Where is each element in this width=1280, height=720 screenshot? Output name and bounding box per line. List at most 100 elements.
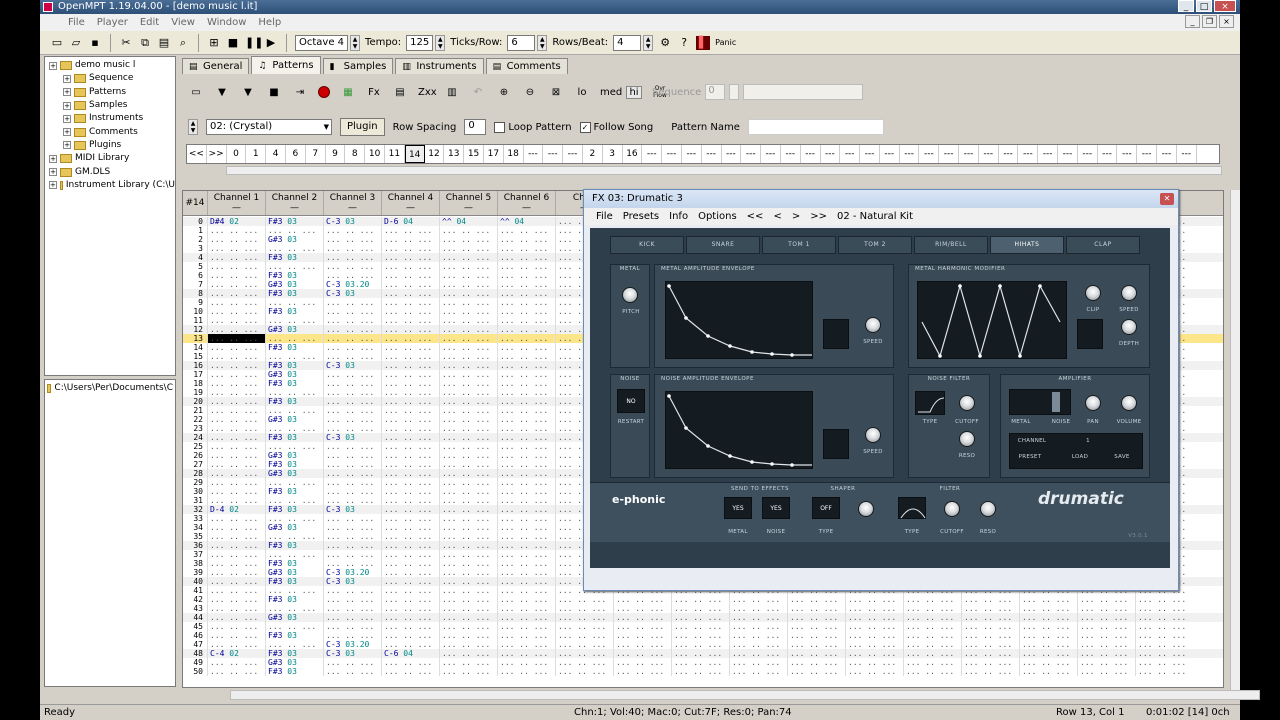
- plugin-menu-item[interactable]: <: [773, 208, 781, 225]
- pattern-cell[interactable]: ... .. ...: [207, 352, 265, 361]
- pattern-cell[interactable]: ... .. ...: [497, 523, 555, 532]
- channel-header[interactable]: Channel 5—: [439, 191, 497, 215]
- pattern-cell[interactable]: ... .. ...: [439, 253, 497, 262]
- pattern-cell[interactable]: ... .. ...: [497, 478, 555, 487]
- pattern-cell[interactable]: ... .. ...: [845, 613, 903, 622]
- pattern-cell[interactable]: ... .. ...: [207, 658, 265, 667]
- pattern-cell[interactable]: ... .. ...: [961, 613, 1019, 622]
- pattern-cell[interactable]: ... .. ...: [787, 604, 845, 613]
- panic-button[interactable]: Panic: [715, 38, 736, 47]
- pattern-cell[interactable]: ... .. ...: [207, 667, 265, 676]
- pattern-cell[interactable]: ... .. ...: [845, 622, 903, 631]
- mdi-minimize-button[interactable]: _: [1185, 15, 1200, 28]
- pattern-cell[interactable]: ... .. ...: [323, 253, 381, 262]
- pattern-cell[interactable]: ... .. ...: [207, 442, 265, 451]
- rows-per-beat-control[interactable]: 4 ▲ ▼: [613, 34, 654, 51]
- fx-filter-reso-knob[interactable]: [980, 501, 996, 517]
- send-metal-lcd[interactable]: YES: [724, 497, 752, 519]
- pattern-cell[interactable]: ... .. ...: [207, 280, 265, 289]
- pattern-cell[interactable]: ... .. ...: [1135, 649, 1193, 658]
- order-item[interactable]: ---: [801, 145, 821, 163]
- drum-tab-clap[interactable]: Clap: [1066, 236, 1140, 254]
- pattern-cell[interactable]: ... .. ...: [729, 622, 787, 631]
- pattern-cell[interactable]: ... .. ...: [613, 640, 671, 649]
- pattern-cell[interactable]: ... .. ...: [207, 370, 265, 379]
- pattern-cell[interactable]: ... .. ...: [439, 415, 497, 424]
- pattern-cell[interactable]: ... .. ...: [381, 595, 439, 604]
- pattern-cell[interactable]: ... .. ...: [497, 226, 555, 235]
- menu-window[interactable]: Window: [207, 14, 246, 31]
- pattern-cell[interactable]: ... .. ...: [497, 451, 555, 460]
- order-item[interactable]: ---: [1137, 145, 1158, 163]
- pattern-cell[interactable]: ... .. ...: [207, 253, 265, 262]
- pattern-cell[interactable]: ... .. ...: [497, 415, 555, 424]
- pattern-cell[interactable]: F#3 03: [265, 271, 323, 280]
- pattern-cell[interactable]: ... .. ...: [381, 568, 439, 577]
- metal-env-mode[interactable]: [823, 319, 849, 349]
- pattern-cell[interactable]: ... .. ...: [497, 280, 555, 289]
- plugin-menu-item[interactable]: >>: [810, 208, 827, 225]
- tempo-spin-arrows[interactable]: ▲ ▼: [435, 34, 446, 51]
- order-item[interactable]: 6: [286, 145, 306, 163]
- pattern-cell[interactable]: ... .. ...: [207, 334, 265, 343]
- fx-filter-cutoff-knob[interactable]: [944, 501, 960, 517]
- order-item[interactable]: ---: [1018, 145, 1039, 163]
- order-item[interactable]: ---: [682, 145, 702, 163]
- pattern-cell[interactable]: ... .. ...: [207, 604, 265, 613]
- pattern-cell[interactable]: ... .. ...: [1019, 595, 1077, 604]
- pattern-cell[interactable]: ... .. ...: [381, 640, 439, 649]
- expand-icon[interactable]: +: [49, 154, 57, 163]
- noise-env-speed-knob[interactable]: [865, 427, 881, 443]
- order-item[interactable]: 14: [404, 145, 425, 163]
- channel-header[interactable]: Channel 1—: [207, 191, 265, 215]
- pattern-cell[interactable]: ... .. ...: [439, 271, 497, 280]
- pattern-cell[interactable]: ... .. ...: [787, 658, 845, 667]
- pattern-cell[interactable]: ... .. ...: [381, 298, 439, 307]
- pattern-cell[interactable]: ... .. ...: [323, 334, 381, 343]
- pattern-cell[interactable]: ... .. ...: [497, 397, 555, 406]
- plugin-menu-item[interactable]: <<: [747, 208, 764, 225]
- order-item[interactable]: 17: [484, 145, 504, 163]
- pattern-cell[interactable]: ... .. ...: [381, 316, 439, 325]
- drum-tab-hihats[interactable]: Hihats: [990, 236, 1064, 254]
- pattern-cell[interactable]: ... .. ...: [497, 586, 555, 595]
- undo-icon[interactable]: ↶: [470, 87, 486, 98]
- pattern-cell[interactable]: ... .. ...: [729, 658, 787, 667]
- order-item[interactable]: 11: [385, 145, 405, 163]
- pattern-cell[interactable]: ... .. ...: [903, 622, 961, 631]
- order-item[interactable]: 8: [345, 145, 366, 163]
- pattern-cell[interactable]: ... .. ...: [207, 577, 265, 586]
- pattern-cell[interactable]: ... .. ...: [207, 235, 265, 244]
- pattern-cell[interactable]: ... .. ...: [1135, 604, 1193, 613]
- pattern-cell[interactable]: F#3 03: [265, 307, 323, 316]
- pattern-cell[interactable]: ... .. ...: [207, 271, 265, 280]
- pattern-cell[interactable]: ... .. ...: [613, 613, 671, 622]
- pattern-cell[interactable]: ... .. ...: [381, 415, 439, 424]
- pattern-cell[interactable]: ... .. ...: [497, 271, 555, 280]
- pattern-cell[interactable]: ... .. ...: [787, 631, 845, 640]
- order-item[interactable]: ---: [880, 145, 900, 163]
- order-item[interactable]: ---: [860, 145, 880, 163]
- pattern-cell[interactable]: ... .. ...: [323, 658, 381, 667]
- pattern-cell[interactable]: F#3 03: [265, 577, 323, 586]
- pattern-cell[interactable]: ... .. ...: [323, 532, 381, 541]
- pattern-cell[interactable]: ... .. ...: [207, 379, 265, 388]
- pattern-cell[interactable]: ... .. ...: [497, 550, 555, 559]
- pattern-cell[interactable]: ... .. ...: [613, 667, 671, 676]
- pattern-cell[interactable]: ... .. ...: [323, 316, 381, 325]
- pattern-cell[interactable]: ... .. ...: [439, 604, 497, 613]
- tree-item[interactable]: + Comments: [45, 125, 175, 138]
- order-item[interactable]: 1: [246, 145, 267, 163]
- tempo-control[interactable]: 125 ▲ ▼: [406, 34, 446, 51]
- row-spacing-value[interactable]: 0: [464, 119, 487, 135]
- pattern-cell[interactable]: ... .. ...: [207, 289, 265, 298]
- pattern-cell[interactable]: ... .. ...: [1135, 613, 1193, 622]
- pattern-cell[interactable]: ... .. ...: [439, 361, 497, 370]
- pattern-cell[interactable]: ... .. ...: [497, 370, 555, 379]
- pattern-cell[interactable]: ... .. ...: [207, 307, 265, 316]
- order-item[interactable]: 9: [326, 145, 346, 163]
- order-item[interactable]: ---: [702, 145, 722, 163]
- pitch-knob[interactable]: [622, 287, 638, 303]
- pattern-cell[interactable]: ... .. ...: [497, 406, 555, 415]
- pattern-cell[interactable]: ... .. ...: [265, 388, 323, 397]
